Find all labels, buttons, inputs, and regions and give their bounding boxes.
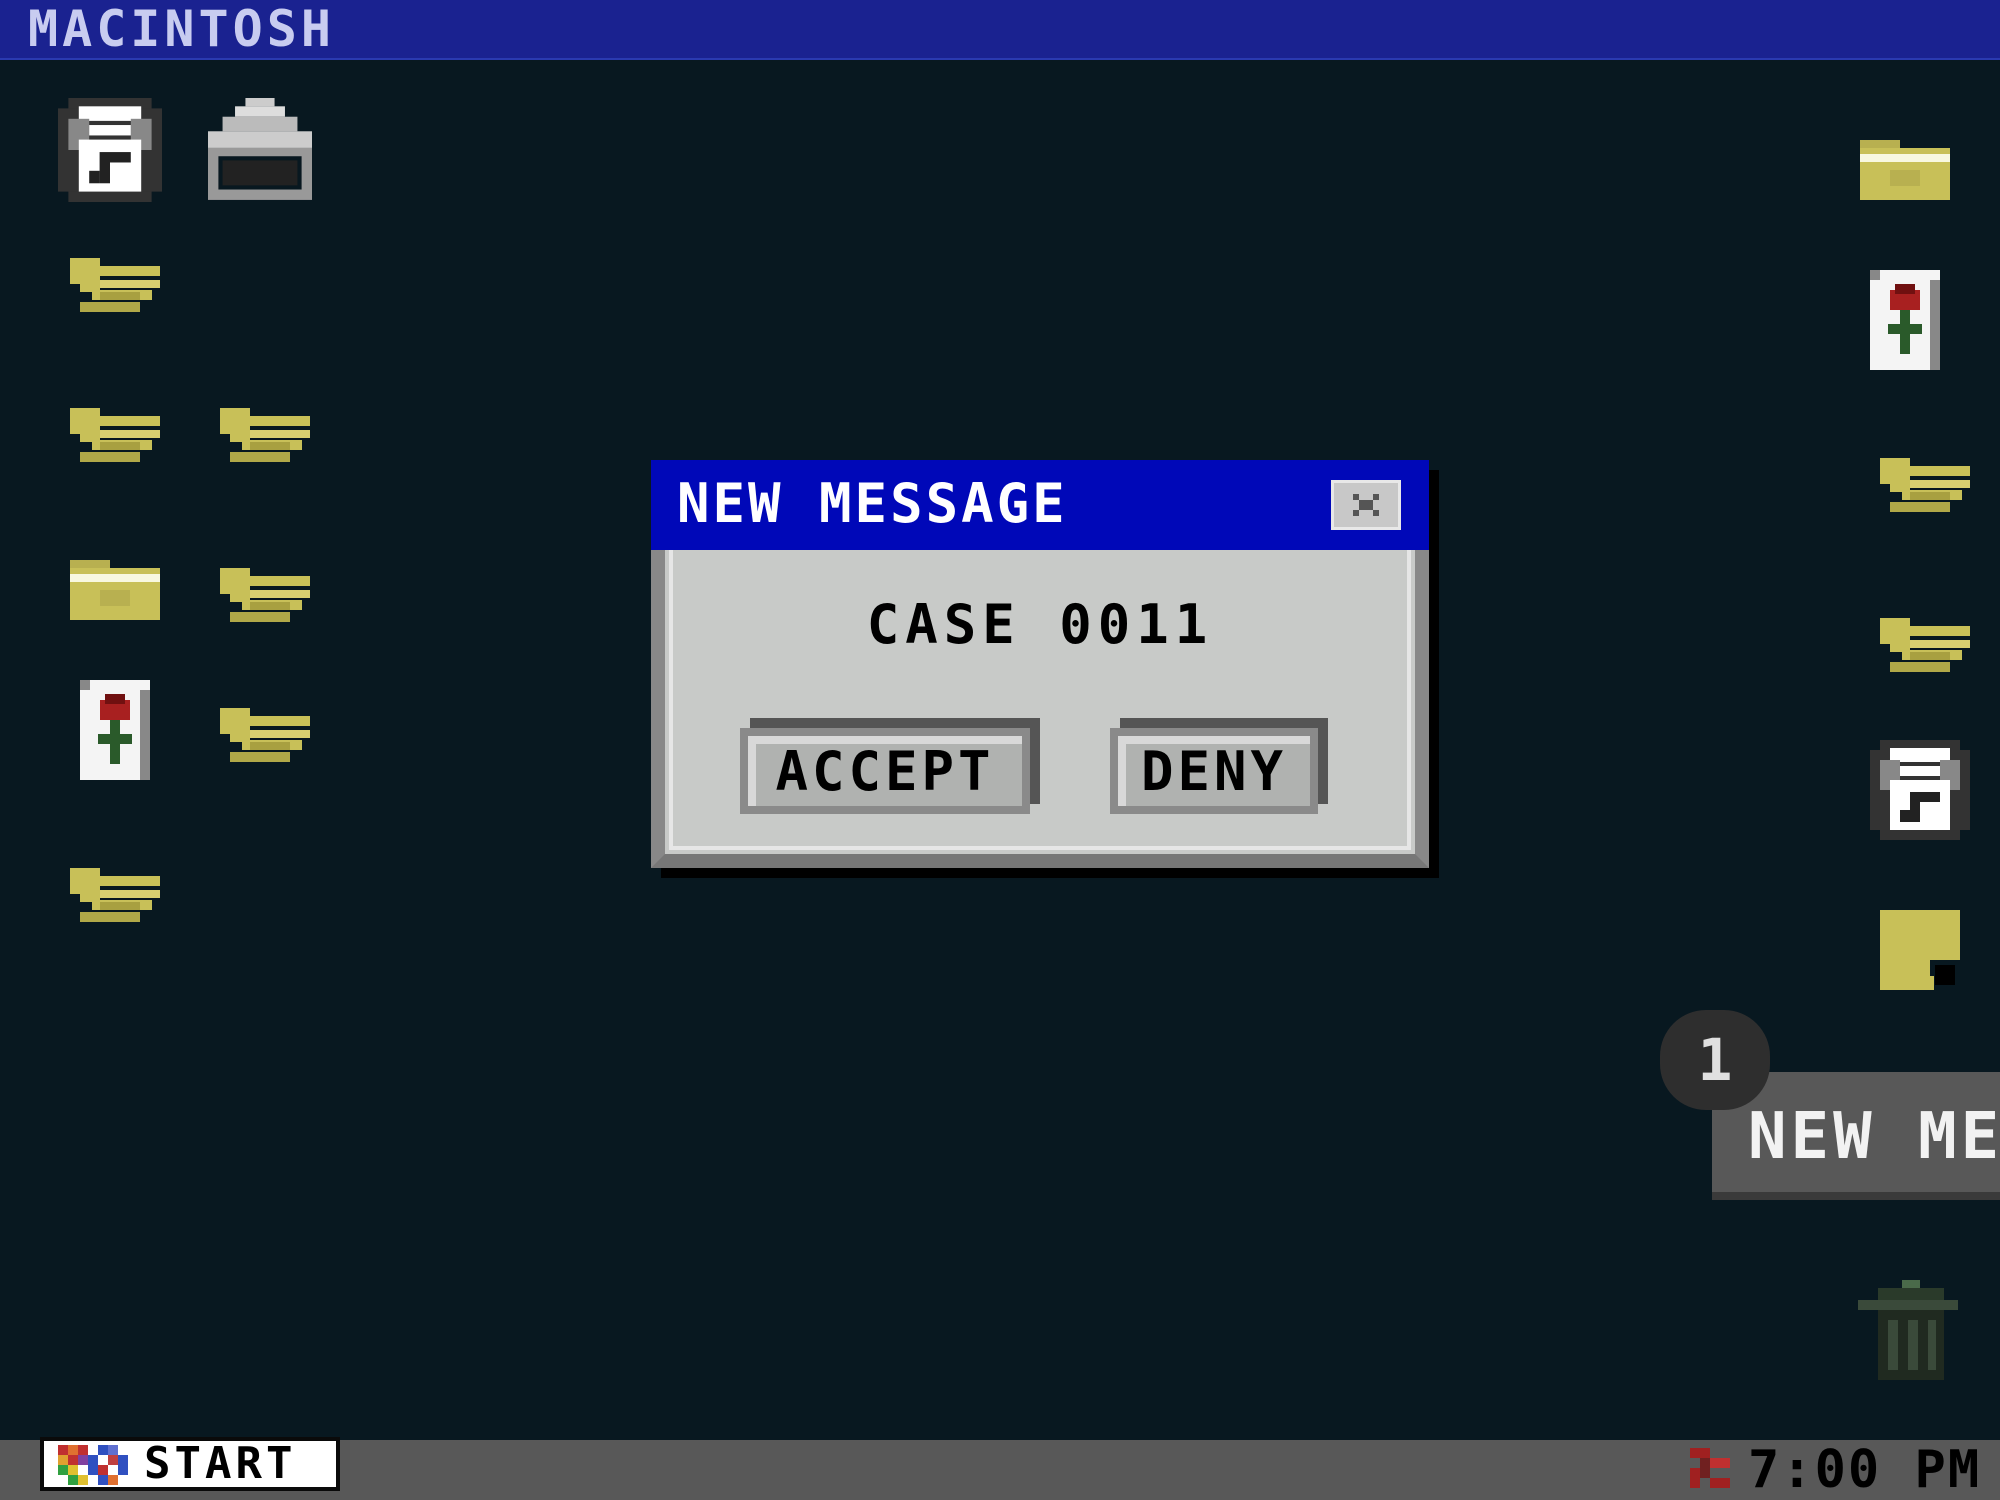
notification-count-badge[interactable]: 1 — [1660, 1010, 1770, 1110]
dialog-titlebar[interactable]: NEW MESSAGE — [651, 460, 1429, 550]
menu-bar-title: MACINTOSH — [28, 0, 335, 58]
close-icon — [1353, 494, 1379, 516]
folder-open-icon[interactable] — [220, 560, 310, 630]
accept-button[interactable]: ACCEPT — [740, 728, 1030, 814]
folder-closed-icon[interactable] — [1860, 140, 1950, 200]
close-button[interactable] — [1331, 480, 1401, 530]
rose-card-icon[interactable] — [80, 680, 150, 780]
start-label: START — [144, 1438, 297, 1489]
clock-time[interactable]: 7:00 PM — [1748, 1442, 1981, 1498]
notification-text: NEW ME — [1748, 1100, 2000, 1174]
note-icon[interactable] — [1880, 910, 1960, 990]
disk-icon[interactable] — [1870, 740, 1970, 840]
folder-open-icon[interactable] — [70, 400, 160, 470]
clock-status-icon — [1690, 1448, 1730, 1488]
folder-closed-icon[interactable] — [70, 560, 160, 620]
trash-icon[interactable] — [1858, 1280, 1958, 1380]
folder-open-icon[interactable] — [1880, 610, 1970, 680]
disk-icon[interactable] — [58, 98, 162, 202]
folder-open-icon[interactable] — [1880, 450, 1970, 520]
deny-button[interactable]: DENY — [1110, 728, 1318, 814]
start-logo-icon — [58, 1445, 128, 1485]
folder-open-icon[interactable] — [70, 860, 160, 930]
printer-icon[interactable] — [208, 98, 312, 202]
folder-open-icon[interactable] — [220, 700, 310, 770]
rose-card-icon[interactable] — [1870, 270, 1940, 370]
folder-open-icon[interactable] — [220, 400, 310, 470]
menu-bar: MACINTOSH — [0, 0, 2000, 60]
start-button[interactable]: START — [40, 1437, 340, 1491]
dialog-title: NEW MESSAGE — [677, 472, 1068, 535]
folder-open-icon[interactable] — [70, 250, 160, 320]
dialog-message: CASE 0011 — [866, 593, 1214, 656]
